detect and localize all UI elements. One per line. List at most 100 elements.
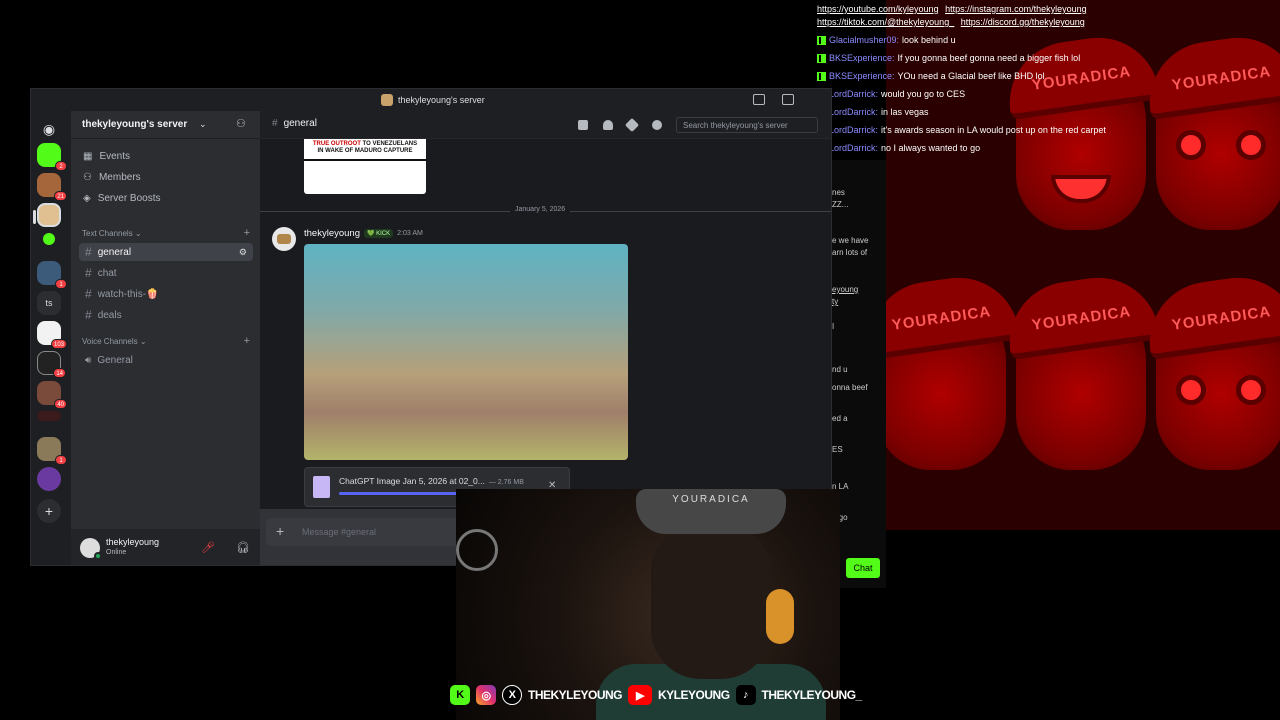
socials-bar: K ◎ X THEKYLEYOUNG ▶ KYLEYOUNG ♪ THEKYLE… <box>450 680 880 710</box>
hash-icon: # <box>85 308 92 322</box>
add-channel-icon[interactable]: + <box>244 335 250 347</box>
kick-logo-icon: K <box>450 685 470 705</box>
window-title-text: thekyleyoung's server <box>398 95 485 105</box>
file-icon <box>313 476 330 498</box>
active-pill <box>33 210 36 224</box>
member-list-icon[interactable] <box>652 120 662 130</box>
server-icon-active[interactable] <box>33 203 61 227</box>
chat-message: BKSExperience: If you gonna beef gonna ne… <box>812 49 1232 67</box>
headphones-icon[interactable]: 🎧︎ <box>236 541 250 554</box>
nav-label: Server Boosts <box>97 193 161 204</box>
panel-snippet: nes <box>832 188 845 197</box>
server-icon[interactable]: 14 <box>37 351 66 378</box>
server-icon-ts[interactable]: ts <box>37 291 61 315</box>
date-divider-label: January 5, 2026 <box>510 206 571 213</box>
chat-text: YOu need a Glacial beef like BHD lol <box>897 71 1045 81</box>
channel-header: # general Search thekyleyoung's server <box>260 111 831 139</box>
notification-bell-icon[interactable] <box>603 120 613 130</box>
chat-text: look behind u <box>902 35 956 45</box>
cap-shape: YOURADICA <box>636 489 786 534</box>
chat-username[interactable]: LordDarrick: <box>829 121 878 139</box>
pin-icon[interactable] <box>624 117 640 133</box>
mic-muted-icon[interactable]: 🎤︎ <box>201 541 215 554</box>
unread-badge: 1 <box>55 279 67 289</box>
chat-message: Glacialmusher09: look behind u <box>812 31 1232 49</box>
server-icon-kick[interactable]: 2 <box>37 143 67 171</box>
headphone-shape <box>766 589 794 644</box>
attachment-size: — 2.76 MB <box>488 479 524 486</box>
message-header: thekyleyoung 💚 KICK 2:03 AM <box>304 228 423 239</box>
chat-links-line: https://tiktok.com/@thekyleyoung_ https:… <box>812 13 1232 31</box>
tiktok-handle: THEKYLEYOUNG_ <box>761 688 863 702</box>
server-icon[interactable]: 1 <box>37 437 67 465</box>
youtube-icon: ▶ <box>628 685 653 705</box>
channel-chat[interactable]: # chat <box>79 264 253 282</box>
message-author[interactable]: thekyleyoung <box>304 228 360 239</box>
add-attachment-icon[interactable]: + <box>276 523 284 539</box>
server-icon[interactable]: 1 <box>37 261 67 289</box>
add-channel-icon[interactable]: + <box>244 227 250 239</box>
panel-snippet: ed a <box>832 414 848 423</box>
channel-settings-icon[interactable]: ⚙ <box>239 247 247 258</box>
channel-label: chat <box>97 267 117 279</box>
message-image-attachment[interactable] <box>304 244 628 460</box>
cartoon-face: YOURADICA <box>1001 269 1161 470</box>
nav-events[interactable]: ▦ Events <box>83 151 130 162</box>
chat-username[interactable]: LordDarrick: <box>829 139 878 157</box>
add-member-icon[interactable]: ⚇ <box>236 117 246 130</box>
server-icon[interactable] <box>37 411 61 421</box>
nav-server-boosts[interactable]: ◈ Server Boosts <box>83 193 161 204</box>
category-voice-channels[interactable]: Voice Channels ⌄ <box>82 337 147 346</box>
server-header[interactable]: thekyleyoung's server ⌄ ⚇ <box>71 111 260 139</box>
unread-badge: 2 <box>55 161 67 171</box>
server-icon[interactable]: 21 <box>37 173 67 201</box>
channel-watch-this[interactable]: # watch-this-🍿 <box>79 285 253 303</box>
server-icon[interactable]: 103 <box>37 321 67 349</box>
server-icon[interactable] <box>37 467 61 491</box>
stream-chat-overlay: https://youtube.com/kyleyoung https://in… <box>812 0 1232 160</box>
unread-badge: 21 <box>54 191 67 201</box>
inbox-icon[interactable] <box>782 94 794 105</box>
cartoon-face: YOURADICA <box>1141 269 1280 470</box>
channel-label: watch-this-🍿 <box>97 288 159 300</box>
chat-username[interactable]: BKSExperience: <box>829 49 895 67</box>
instagram-icon: ◎ <box>476 685 496 705</box>
discord-link[interactable]: https://discord.gg/thekyleyoung <box>961 17 1085 27</box>
chat-send-button[interactable]: Chat <box>846 558 880 578</box>
channel-general[interactable]: # general ⚙ <box>79 243 253 261</box>
chat-username[interactable]: Glacialmusher09: <box>829 31 899 49</box>
face-shape <box>651 529 771 679</box>
calendar-icon: ▦ <box>83 151 93 162</box>
flag-icon[interactable] <box>753 94 765 105</box>
user-name: thekyleyoung <box>106 537 160 547</box>
chat-username[interactable]: LordDarrick: <box>829 85 878 103</box>
server-icon[interactable]: 40 <box>37 381 67 409</box>
cartoon-mouth <box>1051 175 1111 203</box>
chat-message: LordDarrick: would you go to CES <box>812 85 1232 103</box>
nav-members[interactable]: ⚇ Members <box>83 172 141 183</box>
chat-text: no I always wanted to go <box>881 143 981 153</box>
chat-message: LordDarrick: it's awards season in LA wou… <box>812 121 1232 139</box>
server-icon-kick-small[interactable] <box>43 233 55 245</box>
unread-badge: 103 <box>50 339 67 349</box>
avatar[interactable] <box>272 227 296 251</box>
add-server-icon[interactable]: + <box>37 499 61 523</box>
previous-embed-image[interactable]: TRUE OUTROOT TO VENEZUELANS IN WAKE OF M… <box>304 139 426 194</box>
voice-channel-general[interactable]: 🔊︎ General <box>79 351 253 369</box>
panel-snippet: eyoung <box>832 285 859 294</box>
tiktok-link[interactable]: https://tiktok.com/@thekyleyoung_ <box>817 17 954 27</box>
youtube-handle: KYLEYOUNG <box>658 688 730 702</box>
search-input[interactable]: Search thekyleyoung's server <box>676 117 818 133</box>
server-avatar-icon <box>381 94 393 106</box>
chat-username[interactable]: LordDarrick: <box>829 103 878 121</box>
threads-icon[interactable] <box>578 120 588 130</box>
chat-username[interactable]: BKSExperience: <box>829 67 895 85</box>
server-name: thekyleyoung's server <box>82 119 188 130</box>
panel-snippet: I <box>832 322 835 331</box>
kick-badge-icon <box>817 35 826 45</box>
discord-home-icon[interactable]: ◉ <box>37 117 61 141</box>
panel-snippet: onna beef <box>832 383 868 392</box>
nav-label: Members <box>98 172 141 183</box>
category-text-channels[interactable]: Text Channels ⌄ <box>82 229 142 238</box>
channel-deals[interactable]: # deals <box>79 306 253 324</box>
